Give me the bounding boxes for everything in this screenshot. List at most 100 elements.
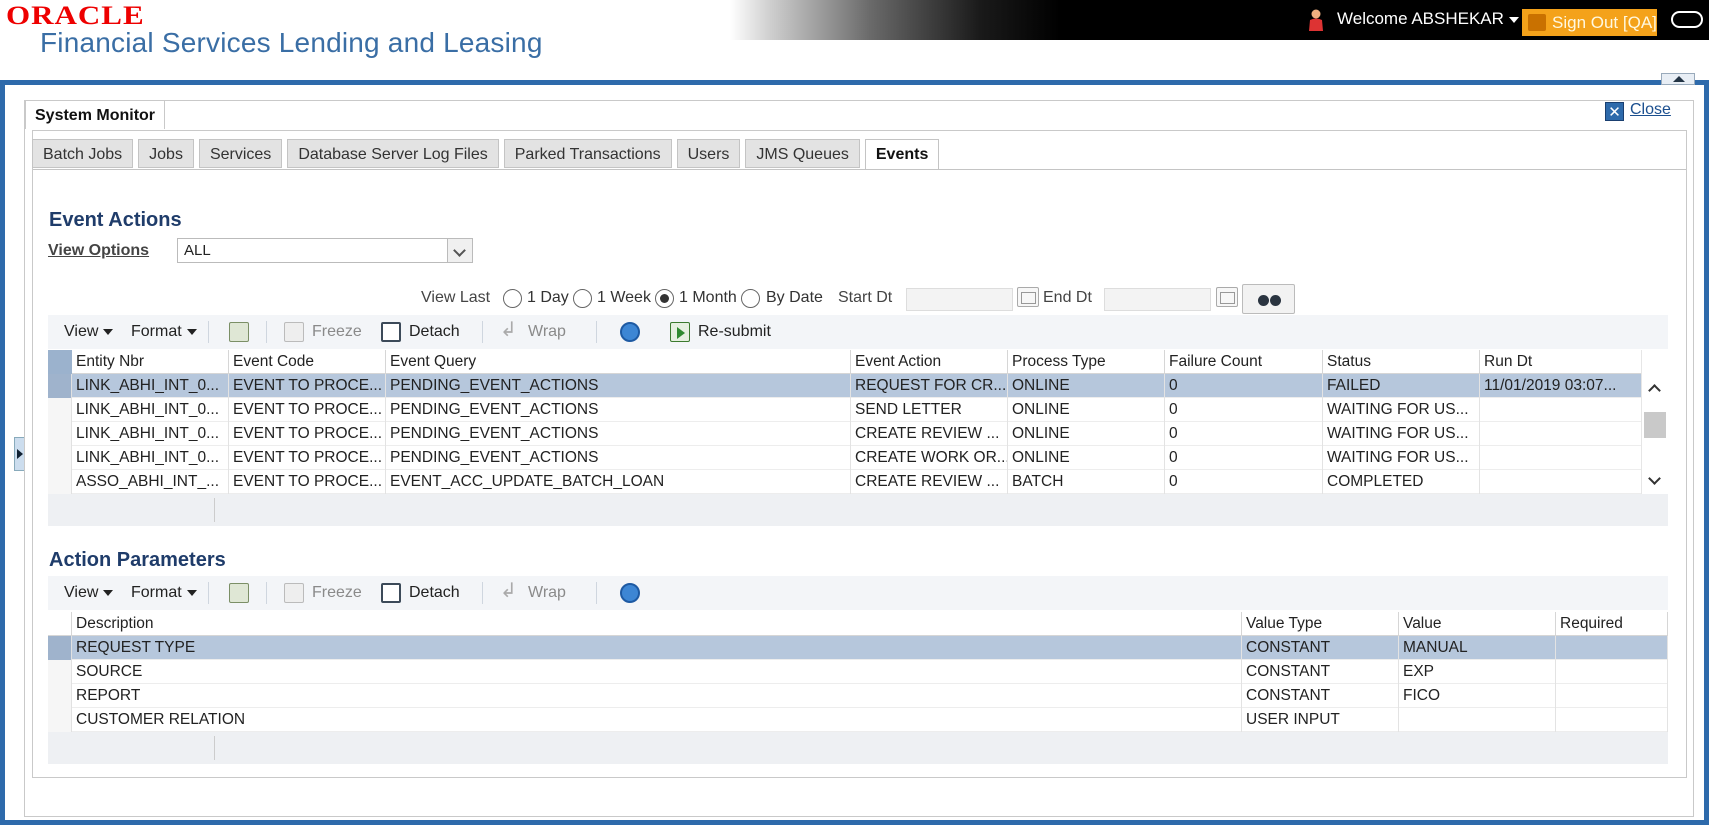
query-by-example-icon[interactable] <box>229 583 249 603</box>
table-cell: WAITING FOR US... <box>1323 422 1480 446</box>
column-header[interactable]: Value <box>1399 612 1556 636</box>
table-row[interactable]: CUSTOMER RELATION USER INPUT <box>48 708 1668 732</box>
table-cell: ONLINE <box>1008 374 1165 398</box>
collapse-header-button[interactable] <box>1661 73 1695 85</box>
radio-1-month[interactable] <box>655 289 674 308</box>
header-toggle-icon[interactable] <box>1671 11 1703 28</box>
scroll-up-icon[interactable] <box>1648 384 1661 397</box>
tab-events[interactable]: Events <box>864 139 940 170</box>
table-cell: EVENT TO PROCE... <box>229 422 386 446</box>
chevron-down-icon <box>103 589 114 596</box>
column-header[interactable]: Event Code <box>229 350 386 374</box>
view-options-label[interactable]: View Options <box>48 242 149 260</box>
table-row[interactable]: REPORT CONSTANT FICO <box>48 684 1668 708</box>
vertical-scrollbar[interactable] <box>1641 350 1668 494</box>
radio-1-day[interactable] <box>503 289 522 308</box>
table-row[interactable]: SOURCE CONSTANT EXP <box>48 660 1668 684</box>
refresh-icon[interactable] <box>620 583 640 603</box>
chevron-down-icon[interactable] <box>447 239 472 262</box>
row-selector[interactable] <box>48 636 72 660</box>
table-cell: SOURCE <box>72 660 1242 684</box>
freeze-button[interactable]: Freeze <box>312 576 362 610</box>
query-by-example-icon[interactable] <box>229 322 249 342</box>
table-cell <box>1556 708 1668 732</box>
table-row[interactable]: LINK_ABHI_INT_0... EVENT TO PROCE... PEN… <box>48 398 1642 422</box>
select-all-cell[interactable] <box>48 612 72 636</box>
row-selector[interactable] <box>48 470 72 494</box>
column-header[interactable]: Event Query <box>386 350 851 374</box>
detach-button[interactable]: Detach <box>409 576 460 610</box>
tab-jobs[interactable]: Jobs <box>138 139 194 168</box>
table-cell: ASSO_ABHI_INT_... <box>72 470 229 494</box>
column-header[interactable]: Value Type <box>1242 612 1399 636</box>
start-dt-input[interactable] <box>906 288 1013 311</box>
row-selector[interactable] <box>48 374 72 398</box>
table-row[interactable]: LINK_ABHI_INT_0... EVENT TO PROCE... PEN… <box>48 374 1642 398</box>
column-header[interactable]: Status <box>1323 350 1480 374</box>
table-cell: PENDING_EVENT_ACTIONS <box>386 422 851 446</box>
radio-1-week[interactable] <box>573 289 592 308</box>
column-header[interactable]: Required <box>1556 612 1668 636</box>
row-selector[interactable] <box>48 708 72 732</box>
system-monitor-tab[interactable]: System Monitor <box>25 100 166 129</box>
table-cell <box>1480 446 1642 470</box>
sign-out-button[interactable]: Sign Out [QA] <box>1522 9 1657 36</box>
calendar-icon[interactable] <box>1216 287 1238 307</box>
close-link[interactable]: ✕ Close <box>1605 101 1671 121</box>
table-row[interactable]: REQUEST TYPE CONSTANT MANUAL <box>48 636 1668 660</box>
view-menu[interactable]: View <box>64 576 114 610</box>
table-cell: COMPLETED <box>1323 470 1480 494</box>
row-selector[interactable] <box>48 446 72 470</box>
search-button[interactable] <box>1242 284 1295 314</box>
end-dt-label: End Dt <box>1043 289 1092 306</box>
table-cell <box>1399 708 1556 732</box>
row-selector[interactable] <box>48 398 72 422</box>
scroll-thumb[interactable] <box>1644 412 1666 438</box>
close-icon: ✕ <box>1605 102 1624 121</box>
wrap-button[interactable]: Wrap <box>528 315 566 349</box>
column-header[interactable]: Run Dt <box>1480 350 1642 374</box>
tab-services[interactable]: Services <box>198 139 283 168</box>
column-header[interactable]: Description <box>72 612 1242 636</box>
column-header[interactable]: Failure Count <box>1165 350 1323 374</box>
format-menu[interactable]: Format <box>131 576 197 610</box>
column-header[interactable]: Event Action <box>851 350 1008 374</box>
table-cell: REQUEST TYPE <box>72 636 1242 660</box>
format-menu[interactable]: Format <box>131 315 197 349</box>
table-row[interactable]: ASSO_ABHI_INT_... EVENT TO PROCE... EVEN… <box>48 470 1642 494</box>
tab-batch-jobs[interactable]: Batch Jobs <box>32 139 134 168</box>
end-dt-input[interactable] <box>1104 288 1211 311</box>
table-cell: EVENT TO PROCE... <box>229 446 386 470</box>
welcome-user-menu[interactable]: Welcome ABSHEKAR <box>1337 9 1519 29</box>
table-cell: FAILED <box>1323 374 1480 398</box>
wrap-button[interactable]: Wrap <box>528 576 566 610</box>
refresh-icon[interactable] <box>620 322 640 342</box>
freeze-button[interactable]: Freeze <box>312 315 362 349</box>
table-row[interactable]: LINK_ABHI_INT_0... EVENT TO PROCE... PEN… <box>48 446 1642 470</box>
table-row[interactable]: LINK_ABHI_INT_0... EVENT TO PROCE... PEN… <box>48 422 1642 446</box>
resubmit-button[interactable]: Re-submit <box>698 315 771 349</box>
row-selector[interactable] <box>48 684 72 708</box>
column-header[interactable]: Entity Nbr <box>72 350 229 374</box>
view-menu[interactable]: View <box>64 315 114 349</box>
table-cell: CREATE REVIEW ... <box>851 470 1008 494</box>
calendar-icon[interactable] <box>1017 287 1039 307</box>
detach-icon <box>381 583 401 603</box>
row-selector[interactable] <box>48 422 72 446</box>
freeze-icon <box>284 583 304 603</box>
column-header[interactable]: Process Type <box>1008 350 1165 374</box>
detach-button[interactable]: Detach <box>409 315 460 349</box>
select-all-cell[interactable] <box>48 350 72 374</box>
scroll-down-icon[interactable] <box>1648 472 1661 485</box>
row-selector[interactable] <box>48 660 72 684</box>
table-cell: WAITING FOR US... <box>1323 398 1480 422</box>
table-cell: LINK_ABHI_INT_0... <box>72 446 229 470</box>
view-options-select[interactable]: ALL <box>177 238 473 263</box>
toolbar-separator <box>266 582 267 604</box>
tab-jms-queues[interactable]: JMS Queues <box>745 139 860 168</box>
tab-database-server-log-files[interactable]: Database Server Log Files <box>287 139 499 168</box>
radio-by-date[interactable] <box>741 289 760 308</box>
tab-users[interactable]: Users <box>676 139 741 168</box>
toolbar-separator <box>482 321 483 343</box>
tab-parked-transactions[interactable]: Parked Transactions <box>503 139 672 168</box>
